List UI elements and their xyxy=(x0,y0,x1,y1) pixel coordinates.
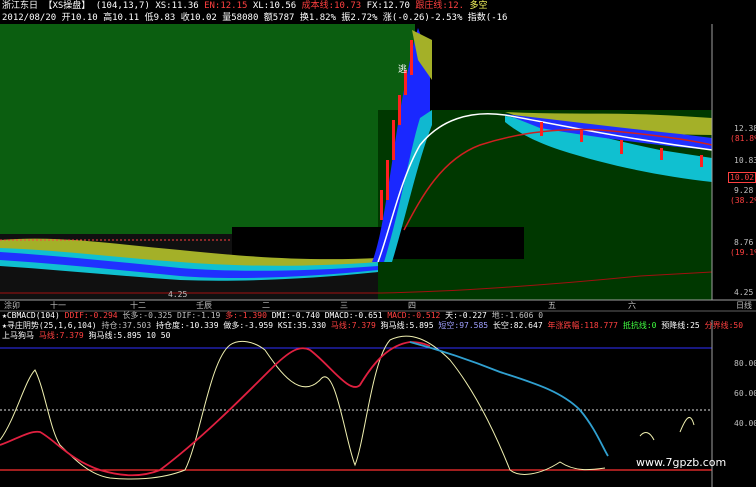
lower-axis-40: 40.00 xyxy=(734,419,756,428)
time-label-3: 壬辰 xyxy=(196,301,212,310)
ind3-v1: 10 xyxy=(146,331,156,340)
ind2-jiangxian: 预降线:25 xyxy=(661,321,700,330)
ind1-tian: 天:-0.227 xyxy=(445,311,487,320)
quote-date: 2012/08/20 xyxy=(2,13,57,23)
cost-value: 成本线:10.73 xyxy=(301,1,362,11)
watermark: www.7gpzb.com xyxy=(636,456,727,469)
duokong-value: 多空 xyxy=(469,1,488,11)
header-bar: 浙江东日 【XS操盘】 (104,13,7) XS:11.36 EN:12.15… xyxy=(2,0,488,12)
time-frame-daily[interactable]: 日线 xyxy=(736,300,752,311)
osc-yellow xyxy=(0,335,606,480)
ind1-duo: 多:-1.390 xyxy=(225,311,267,320)
black-overlay-top xyxy=(418,24,756,110)
time-label-0: 涂卯 xyxy=(4,301,20,310)
quote-amp: 振2.72% xyxy=(341,13,378,23)
osc-cyan xyxy=(409,341,609,457)
ind1-dif: DIF:-1.19 xyxy=(176,311,221,320)
en-value: EN:12.15 xyxy=(204,1,248,11)
ind1-dmi: DMI:-0.740 xyxy=(271,311,320,320)
indicator3-bar: 上马狗马 马线:7.379 狗马线:5.895 10 50 xyxy=(2,331,170,341)
quote-amount: 额5787 xyxy=(263,13,295,23)
quote-turnover: 换1.82% xyxy=(299,13,336,23)
params: (104,13,7) xyxy=(95,1,150,11)
osc-red xyxy=(0,341,431,477)
time-label-4: 二 xyxy=(262,301,270,310)
ind2-chicangdu: 持仓度:-10.339 xyxy=(156,321,219,330)
lower-axis-60: 60.00 xyxy=(734,389,756,398)
time-label-7: 五 xyxy=(548,301,556,310)
ind3-gouma: 狗马线:5.895 xyxy=(88,331,142,340)
quote-change: 涨(-0.26)-2.53% xyxy=(382,13,463,23)
xl-value: XL:10.56 xyxy=(252,1,297,11)
quote-high: 高10.11 xyxy=(103,13,140,23)
quote-index: 指数(-16 xyxy=(467,13,508,23)
ind1-name[interactable]: ★CBMACD(104) xyxy=(2,311,60,320)
ind1-di: 地:-1.606 xyxy=(491,311,534,320)
ind1-ddif: DDIF:-0.294 xyxy=(64,311,118,320)
price-label-2: (81.8%) xyxy=(730,134,756,143)
ind2-fenjie: 分界线:50 xyxy=(704,321,744,330)
ind3-ma: 马线:7.379 xyxy=(38,331,84,340)
escape-marker: 逃 xyxy=(398,65,408,75)
ind2-duankong: 短空:97.585 xyxy=(438,321,489,330)
xs-value: XS:11.36 xyxy=(155,1,199,11)
lower-axis-80: 80.00 xyxy=(734,359,756,368)
ind1-zero: 0 xyxy=(538,311,544,320)
quote-close: 收10.02 xyxy=(180,13,217,23)
time-label-6: 四 xyxy=(408,301,416,310)
quote-open: 开10.10 xyxy=(61,13,98,23)
price-label-4: 9.28 xyxy=(734,186,754,195)
stock-name: 浙江东日 xyxy=(2,1,39,11)
ind2-chicang: 持仓:37.503 xyxy=(101,321,152,330)
price-label-1: 12.38 xyxy=(734,124,756,133)
quote-volume: 量58080 xyxy=(222,13,259,23)
ind2-ksi: KSI:35.330 xyxy=(277,321,327,330)
ind2-changkong: 长空:82.647 xyxy=(492,321,543,330)
price-label-3: 10.83 xyxy=(734,156,756,165)
quote-low: 低9.83 xyxy=(144,13,176,23)
price-label-7: (19.1%) xyxy=(730,248,756,257)
indicator2-bar: ★寻庄阴势(25,1,6,104) 持仓:37.503 持仓度:-10.339 … xyxy=(2,321,743,331)
green-panel xyxy=(0,24,415,234)
price-label-6: 8.76 xyxy=(734,238,754,247)
ind1-macd: MACD:-0.512 xyxy=(387,311,441,320)
price-label-5: (38.2%) xyxy=(730,196,756,205)
low-price-label: 4.25 xyxy=(168,290,188,299)
time-label-2: 十二 xyxy=(130,301,146,310)
ind1-changduo: 长多:-0.325 xyxy=(122,311,173,320)
ind2-ma: 马线:7.379 xyxy=(330,321,376,330)
time-label-8: 六 xyxy=(628,301,636,310)
fx-value: FX:12.70 xyxy=(366,1,410,11)
price-chart xyxy=(0,24,756,487)
price-label-current: 10.02 xyxy=(728,172,756,183)
zhuang-value: 跟庄线:12. xyxy=(415,1,465,11)
price-label-8: 4.25 xyxy=(734,288,754,297)
ind3-name[interactable]: 上马狗马 xyxy=(2,331,34,340)
ind2-dishi: 抵抗线:0 xyxy=(622,321,657,330)
ind3-v2: 50 xyxy=(160,331,171,340)
time-label-5: 三 xyxy=(340,301,348,310)
ind2-gouma: 狗马线:5.895 xyxy=(380,321,434,330)
ind2-zhuduo: 做多:-3.959 xyxy=(223,321,274,330)
indicator1-bar: ★CBMACD(104) DDIF:-0.294 长多:-0.325 DIF:-… xyxy=(2,311,543,321)
tab-xs[interactable]: 【XS操盘】 xyxy=(43,1,90,11)
ind1-dmacd: DMACD:-0.651 xyxy=(324,311,383,320)
ind2-niandie: 年涨跌幅:118.777 xyxy=(547,321,618,330)
time-label-1: 十一 xyxy=(50,301,66,310)
ind2-name[interactable]: ★寻庄阴势(25,1,6,104) xyxy=(2,321,97,330)
quote-bar: 2012/08/20 开10.10 高10.11 低9.83 收10.02 量5… xyxy=(2,12,507,24)
